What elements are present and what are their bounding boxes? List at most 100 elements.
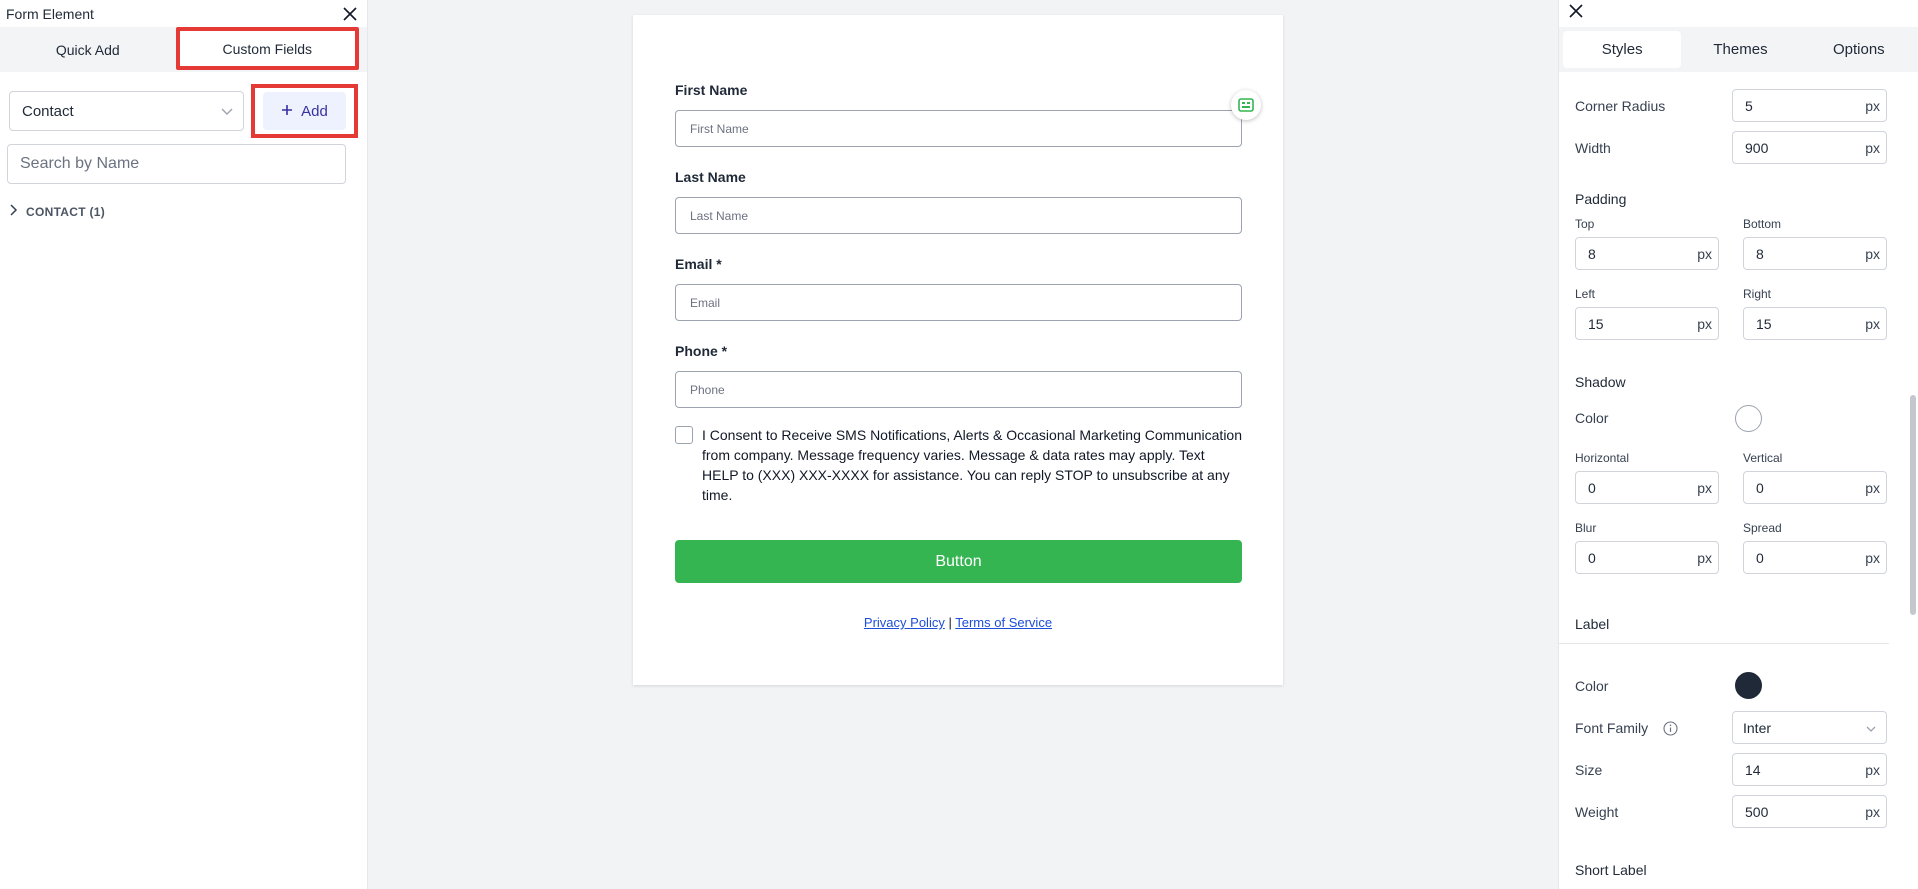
size-label: Size <box>1575 762 1603 778</box>
input-value: 900 <box>1745 139 1769 156</box>
tab-options[interactable]: Options <box>1800 31 1918 68</box>
unit-label: px <box>1865 479 1880 496</box>
element-settings-icon[interactable] <box>1231 90 1261 120</box>
consent-row: I Consent to Receive SMS Notifications, … <box>675 425 1242 505</box>
submit-button[interactable]: Button <box>675 540 1242 583</box>
top-label: Top <box>1575 217 1595 231</box>
panel-tabs: Quick Add Custom Fields <box>0 27 367 72</box>
shadow-color-swatch[interactable] <box>1735 405 1762 432</box>
shadow-color-label: Color <box>1575 410 1609 426</box>
padding-top-input[interactable]: 8 px <box>1575 237 1719 270</box>
unit-label: px <box>1865 139 1880 156</box>
unit-label: px <box>1697 245 1712 262</box>
corner-radius-input[interactable]: 5 px <box>1732 89 1887 122</box>
padding-right-input[interactable]: 15 px <box>1743 307 1887 340</box>
label-heading: Label <box>1575 616 1610 632</box>
input-value: 5 <box>1745 97 1753 114</box>
email-input[interactable]: Email <box>675 284 1242 321</box>
field-label: First Name <box>675 82 748 98</box>
phone-input[interactable]: Phone <box>675 371 1242 408</box>
object-select[interactable]: Contact <box>9 91 244 131</box>
input-value: 15 <box>1588 315 1604 332</box>
input-placeholder: Last Name <box>690 208 749 223</box>
contact-group-toggle[interactable]: CONTACT (1) <box>10 204 367 219</box>
input-value: 14 <box>1745 761 1761 778</box>
tab-styles[interactable]: Styles <box>1563 31 1682 68</box>
field-phone[interactable]: Phone * Phone <box>675 343 1242 408</box>
font-family-value: Inter <box>1743 719 1772 736</box>
panel-header: Form Element <box>0 0 367 27</box>
input-value: 0 <box>1588 549 1596 566</box>
unit-label: px <box>1697 315 1712 332</box>
font-family-select[interactable]: Inter <box>1732 711 1887 744</box>
close-icon[interactable] <box>1569 4 1583 23</box>
field-label: Phone * <box>675 343 728 359</box>
label-color-swatch[interactable] <box>1735 672 1762 699</box>
consent-checkbox[interactable] <box>675 426 693 444</box>
legal-links: Privacy Policy | Terms of Service <box>633 615 1283 630</box>
tab-custom-fields[interactable]: Custom Fields <box>175 27 359 70</box>
input-value: 0 <box>1588 479 1596 496</box>
padding-left-input[interactable]: 15 px <box>1575 307 1719 340</box>
unit-label: px <box>1865 803 1880 820</box>
padding-bottom-input[interactable]: 8 px <box>1743 237 1887 270</box>
padding-heading: Padding <box>1575 191 1627 207</box>
add-field-button[interactable]: Add <box>263 92 346 130</box>
label-size-input[interactable]: 14 px <box>1732 753 1887 786</box>
privacy-policy-link[interactable]: Privacy Policy <box>864 615 945 630</box>
plus-icon <box>281 103 293 120</box>
panel-title: Form Element <box>6 5 94 22</box>
last-name-input[interactable]: Last Name <box>675 197 1242 234</box>
field-last-name[interactable]: Last Name Last Name <box>675 169 1242 234</box>
close-icon[interactable] <box>341 5 359 23</box>
first-name-input[interactable]: First Name <box>675 110 1242 147</box>
shadow-vertical-input[interactable]: 0 px <box>1743 471 1887 504</box>
label-color-label: Color <box>1575 678 1609 694</box>
input-placeholder: Phone <box>690 382 725 397</box>
weight-label: Weight <box>1575 804 1619 820</box>
label-weight-input[interactable]: 500 px <box>1732 795 1887 828</box>
chevron-down-icon <box>221 103 233 120</box>
field-label: Email * <box>675 256 722 272</box>
group-label: CONTACT (1) <box>26 204 106 219</box>
scrollbar[interactable] <box>1910 395 1916 615</box>
input-placeholder: First Name <box>690 121 749 136</box>
left-label: Left <box>1575 287 1596 301</box>
unit-label: px <box>1865 761 1880 778</box>
info-icon[interactable] <box>1663 721 1678 741</box>
terms-of-service-link[interactable]: Terms of Service <box>955 615 1052 630</box>
right-label: Right <box>1743 287 1772 301</box>
add-button-highlight: Add <box>251 84 358 138</box>
field-email[interactable]: Email * Email <box>675 256 1242 321</box>
input-value: 500 <box>1745 803 1769 820</box>
input-placeholder: Email <box>690 295 721 310</box>
search-input[interactable]: Search by Name <box>7 144 346 184</box>
links-separator: | <box>948 615 952 630</box>
width-input[interactable]: 900 px <box>1732 131 1887 164</box>
horizontal-label: Horizontal <box>1575 451 1630 465</box>
form-preview: First Name First Name Last Name Last Nam… <box>633 15 1283 685</box>
styles-panel: Styles Themes Options Corner Radius 5 px … <box>1558 0 1918 889</box>
unit-label: px <box>1865 549 1880 566</box>
consent-text: I Consent to Receive SMS Notifications, … <box>702 427 1243 503</box>
bottom-label: Bottom <box>1743 217 1782 231</box>
unit-label: px <box>1865 97 1880 114</box>
font-family-label: Font Family <box>1575 720 1649 736</box>
tab-themes[interactable]: Themes <box>1681 31 1799 68</box>
add-label: Add <box>301 102 328 120</box>
short-label-heading: Short Label <box>1575 862 1647 878</box>
shadow-blur-input[interactable]: 0 px <box>1575 541 1719 574</box>
field-first-name[interactable]: First Name First Name <box>675 82 1242 147</box>
blur-label: Blur <box>1575 521 1597 535</box>
corner-radius-label: Corner Radius <box>1575 98 1666 114</box>
unit-label: px <box>1865 245 1880 262</box>
shadow-spread-input[interactable]: 0 px <box>1743 541 1887 574</box>
input-value: 0 <box>1756 549 1764 566</box>
right-panel-header <box>1559 0 1918 27</box>
unit-label: px <box>1697 479 1712 496</box>
shadow-horizontal-input[interactable]: 0 px <box>1575 471 1719 504</box>
right-tabs: Styles Themes Options <box>1559 27 1918 72</box>
input-value: 8 <box>1588 245 1596 262</box>
section-divider <box>1559 643 1889 644</box>
tab-quick-add[interactable]: Quick Add <box>0 30 176 69</box>
